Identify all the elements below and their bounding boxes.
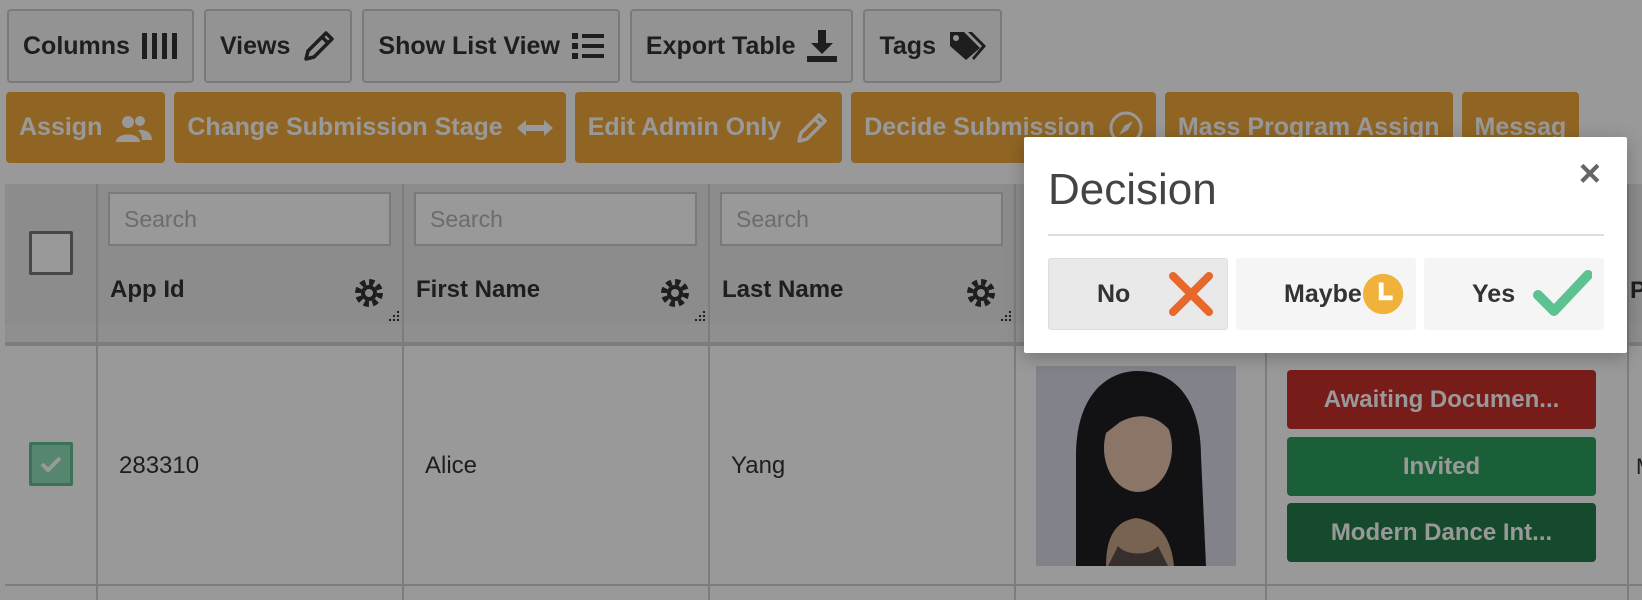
close-icon: × (1578, 153, 1601, 195)
check-icon (1533, 270, 1592, 316)
x-icon (1169, 272, 1213, 316)
decision-no-label: No (1097, 279, 1131, 308)
decision-no-button[interactable]: No (1048, 258, 1228, 330)
decision-modal: Decision × No Maybe Yes (1024, 137, 1627, 353)
modal-divider (1048, 234, 1604, 236)
decision-maybe-label: Maybe (1284, 279, 1362, 308)
modal-title: Decision (1048, 165, 1217, 214)
close-button[interactable]: × (1579, 155, 1601, 193)
decision-yes-label: Yes (1472, 279, 1516, 308)
clock-icon (1362, 273, 1404, 315)
decision-maybe-button[interactable]: Maybe (1236, 258, 1416, 330)
decision-yes-button[interactable]: Yes (1424, 258, 1604, 330)
